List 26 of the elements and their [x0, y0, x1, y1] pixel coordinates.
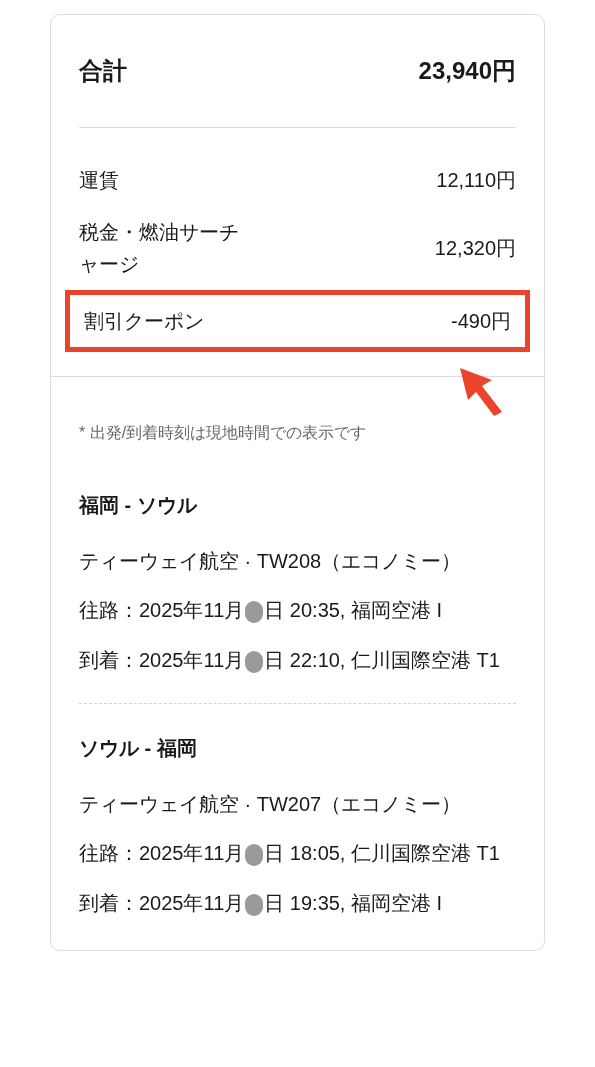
redaction-mark — [245, 650, 264, 673]
schedule-time: 日 19:35, 福岡空港 I — [264, 892, 443, 914]
flight-info: ティーウェイ航空 · TW207（エコノミー） — [79, 792, 463, 817]
fare-amount: -490円 — [450, 309, 511, 334]
fare-label: 割引クーポン — [84, 309, 204, 334]
total-label: 合計 — [79, 56, 127, 86]
schedule-date: 往路：2025年11月 — [79, 599, 245, 621]
schedule-time: 日 20:35, 福岡空港 I — [264, 599, 443, 621]
fare-amount: 12,110円 — [436, 168, 516, 193]
schedule-date: 到着：2025年11月 — [79, 649, 245, 671]
route-title: ソウル - 福岡 — [79, 736, 198, 761]
timezone-note: * 出発/到着時刻は現地時間での表示です — [79, 423, 368, 443]
fare-amount: 12,320円 — [434, 236, 516, 261]
schedule-time: 日 22:10, 仁川国際空港 T1 — [264, 649, 500, 671]
redaction-mark — [245, 893, 264, 916]
fare-label: 運賃 — [79, 168, 119, 193]
redaction-mark — [245, 843, 264, 866]
schedule-time: 日 18:05, 仁川国際空港 T1 — [264, 842, 500, 864]
schedule-date: 往路：2025年11月 — [79, 842, 245, 864]
fare-label: 税金・燃油サーチャージ — [79, 220, 240, 277]
route-title: 福岡 - ソウル — [79, 493, 199, 518]
flight-info: ティーウェイ航空 · TW208（エコノミー） — [79, 549, 463, 574]
redaction-mark — [245, 600, 264, 623]
total-amount: 23,940円 — [418, 56, 516, 86]
schedule-date: 到着：2025年11月 — [79, 892, 245, 914]
arrow-icon — [458, 366, 504, 418]
